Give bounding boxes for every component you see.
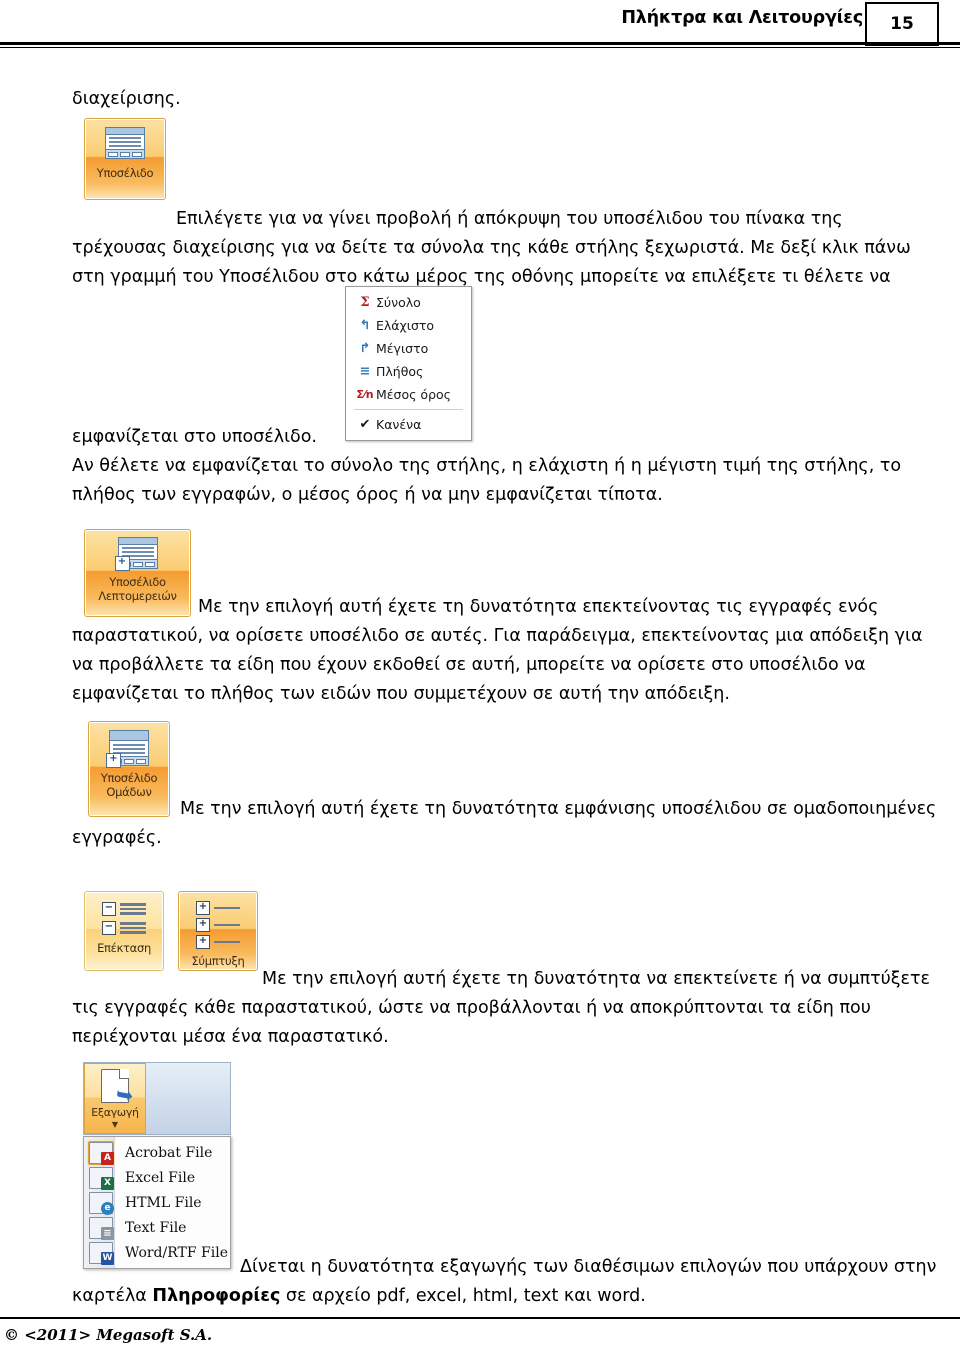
- stats-context-menu[interactable]: Σ Σύνολο ↰ Ελάχιστο ↱ Μέγιστο ≡ Πλήθος Σ…: [345, 286, 472, 441]
- menu-item-label: Κανένα: [376, 417, 422, 432]
- page-number-box: 15: [865, 2, 939, 46]
- collapse-list-icon: + + +: [196, 901, 240, 949]
- menu-item-total[interactable]: Σ Σύνολο: [346, 291, 471, 314]
- menu-item-label: Μέσος όρος: [376, 387, 451, 402]
- menu-item-minimum[interactable]: ↰ Ελάχιστο: [346, 314, 471, 337]
- detail-footer-label-line1: Υποσέλιδο: [109, 575, 166, 589]
- export-item-label: Excel File: [125, 1169, 196, 1186]
- acrobat-file-icon: A: [88, 1140, 114, 1165]
- menu-item-label: Πλήθος: [376, 364, 424, 379]
- menu-item-label: Σύνολο: [376, 295, 421, 310]
- group-footer-label-line1: Υποσέλιδο: [100, 771, 158, 785]
- lead-text: διαχείρισης.: [72, 89, 181, 109]
- export-item-acrobat[interactable]: A Acrobat File: [84, 1140, 230, 1165]
- excel-file-icon: X: [89, 1166, 114, 1190]
- minus-box-icon: −: [102, 902, 116, 916]
- export-item-html[interactable]: e HTML File: [84, 1190, 230, 1215]
- menu-item-count[interactable]: ≡ Πλήθος: [346, 360, 471, 383]
- export-item-label: Text File: [125, 1219, 187, 1236]
- acrobat-badge: A: [101, 1151, 114, 1165]
- paragraph-expand-collapse: Με την επιλογή αυτή έχετε τη δυνατότητα …: [72, 969, 930, 1047]
- count-icon: ≡: [359, 364, 371, 379]
- minimum-icon: ↰: [359, 318, 371, 333]
- menu-item-label: Ελάχιστο: [376, 318, 435, 333]
- export-arrow-icon: ➥: [114, 1081, 136, 1109]
- plus-box-icon: +: [196, 935, 210, 949]
- expand-list-icon: − −: [102, 902, 146, 935]
- chevron-down-icon[interactable]: ▼: [112, 1121, 118, 1129]
- check-icon: ✔: [359, 417, 371, 432]
- export-button[interactable]: ➥ Εξαγωγή ▼: [84, 1063, 146, 1134]
- average-icon: Σ⁄n: [356, 388, 374, 401]
- menu-item-average[interactable]: Σ⁄n Μέσος όρος: [346, 383, 471, 406]
- footer-button-label: Υποσέλιδο: [96, 166, 154, 180]
- page-header: Πλήκτρα και Λειτουργίες 15: [0, 0, 960, 48]
- paragraph-export-bold: Πληροφορίες: [152, 1286, 281, 1306]
- window-footer-icon: [105, 127, 145, 159]
- plus-box-icon: +: [196, 901, 210, 915]
- html-badge: e: [101, 1201, 114, 1215]
- sigma-icon: Σ: [360, 295, 370, 310]
- paragraph-stats-line1: εμφανίζεται στο υποσέλιδο.: [72, 427, 317, 447]
- paragraph-export: Δίνεται η δυνατότητα εξαγωγής των διαθέσ…: [72, 1253, 938, 1311]
- paragraph-footer-button: Επιλέγετε για να γίνει προβολή ή απόκρυψ…: [72, 209, 911, 287]
- header-rule-thin: [0, 47, 960, 48]
- header-title: Πλήκτρα και Λειτουργίες: [621, 8, 863, 28]
- paragraph-detail-footer: Με την επιλογή αυτή έχετε τη δυνατότητα …: [72, 597, 923, 704]
- export-button-label: Εξαγωγή: [91, 1106, 139, 1119]
- text-badge: ≡: [101, 1226, 114, 1240]
- footer-copyright: © <2011> Megasoft S.A.: [4, 1326, 213, 1344]
- excel-badge: X: [101, 1176, 114, 1190]
- header-rule-thick: [0, 42, 960, 45]
- plus-badge-icon: +: [114, 556, 130, 571]
- paragraph-export-part2: σε αρχείο pdf, excel, html, text και wor…: [280, 1286, 646, 1306]
- menu-item-maximum[interactable]: ↱ Μέγιστο: [346, 337, 471, 360]
- menu-separator: [354, 409, 463, 410]
- menu-item-label: Μέγιστο: [376, 341, 429, 356]
- minus-box-icon: −: [102, 921, 116, 935]
- export-item-label: Acrobat File: [125, 1144, 213, 1161]
- footer-button[interactable]: Υποσέλιδο: [84, 118, 166, 200]
- export-item-text[interactable]: ≡ Text File: [84, 1215, 230, 1240]
- plus-box-icon: +: [196, 918, 210, 932]
- export-item-label: HTML File: [125, 1194, 202, 1211]
- menu-item-none[interactable]: ✔ Κανένα: [346, 413, 471, 436]
- export-document-icon: ➥: [101, 1069, 136, 1108]
- collapse-button[interactable]: + + + Σύμπτυξη: [178, 891, 258, 971]
- export-item-excel[interactable]: X Excel File: [84, 1165, 230, 1190]
- expand-button[interactable]: − − Επέκταση: [84, 891, 164, 971]
- expand-button-label: Επέκταση: [97, 941, 151, 955]
- export-dropdown-menu[interactable]: A Acrobat File X Excel File e HTML File …: [83, 1136, 231, 1269]
- window-footer-plus-icon: +: [114, 537, 158, 571]
- window-group-footer-icon: +: [106, 730, 149, 768]
- paragraph-stats-rest: Αν θέλετε να εμφανίζεται το σύνολο της σ…: [72, 456, 902, 505]
- maximum-icon: ↱: [359, 341, 371, 356]
- plus-badge-icon: +: [106, 753, 121, 768]
- html-file-icon: e: [89, 1191, 114, 1215]
- text-file-icon: ≡: [89, 1216, 114, 1240]
- footer-rule: [0, 1317, 960, 1319]
- paragraph-group-footer: Με την επιλογή αυτή έχετε τη δυνατότητα …: [72, 799, 937, 848]
